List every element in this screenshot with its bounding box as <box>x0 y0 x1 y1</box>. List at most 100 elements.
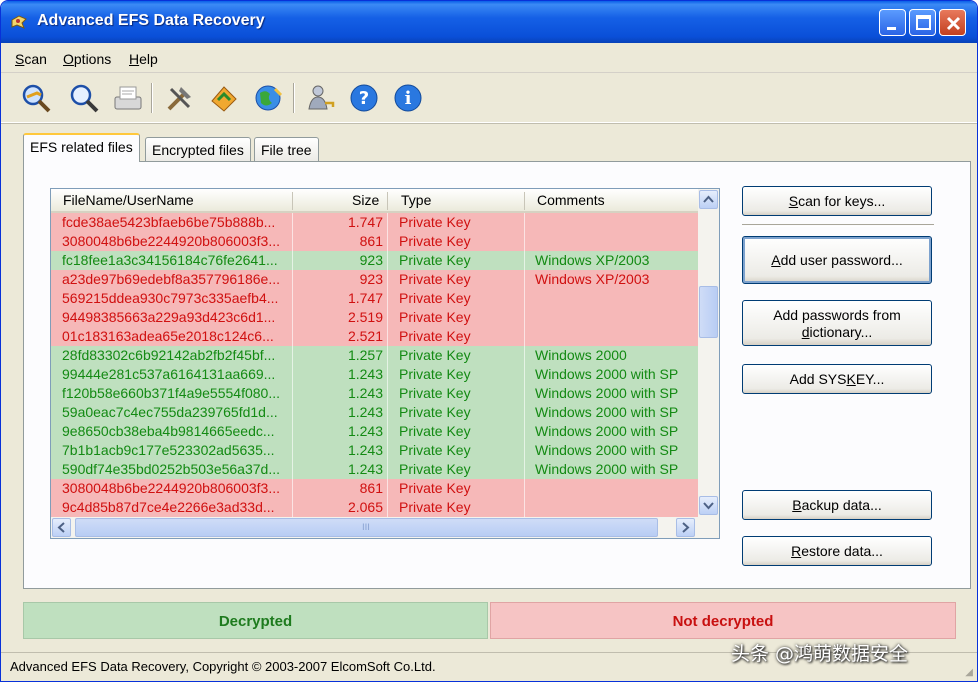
column-header-comments[interactable]: Comments <box>537 192 605 208</box>
comment-cell: Windows 2000 <box>535 347 627 363</box>
scroll-grip: III <box>362 523 370 533</box>
arrow-left-icon <box>57 522 65 533</box>
table-row[interactable]: 569215ddea930c7973c335aefb4... 1.747 Priva… <box>51 289 698 308</box>
restore-data-button[interactable]: Restore data... <box>742 536 932 566</box>
cell-divider <box>292 403 293 422</box>
table-row[interactable]: 9e8650cb38eba4b9814665eedc... 1.243 Privat… <box>51 422 698 441</box>
table-row[interactable]: 99444e281c537a6164131aa669... 1.243 Privat… <box>51 365 698 384</box>
scan-keys-icon[interactable] <box>19 81 53 115</box>
table-row[interactable]: 7b1b1acb9c177e523302ad5635... 1.243 Privat… <box>51 441 698 460</box>
column-header-type[interactable]: Type <box>401 192 431 208</box>
table-row[interactable]: 3080048b6be2244920b806003f3... 861 Private… <box>51 232 698 251</box>
scroll-up-button[interactable] <box>699 190 718 209</box>
file-name-cell: 590df74e35bd0252b503e56a37d... <box>62 461 280 477</box>
file-name-cell: 01c183163adea65e2018c124c6... <box>62 328 274 344</box>
table-row[interactable]: 94498385663a229a93d423c6d1... 2.519 Privat… <box>51 308 698 327</box>
list-header: FileName/UserName Size Type Comments <box>51 189 698 213</box>
cell-divider <box>292 346 293 365</box>
toolbar-separator <box>151 83 153 113</box>
maximize-button[interactable] <box>909 9 936 36</box>
svg-text:?: ? <box>359 88 369 109</box>
type-cell: Private Key <box>399 233 471 249</box>
type-cell: Private Key <box>399 423 471 439</box>
scroll-down-button[interactable] <box>699 496 718 515</box>
tab-encrypted-files[interactable]: Encrypted files <box>145 137 251 161</box>
button-separator <box>742 224 934 227</box>
arrow-right-icon <box>682 522 690 533</box>
size-cell: 1.243 <box>347 442 383 458</box>
help-icon[interactable]: ? <box>347 81 381 115</box>
size-cell: 2.519 <box>347 309 383 325</box>
tab-efs-related-files[interactable]: EFS related files <box>23 133 140 162</box>
table-row[interactable]: 01c183163adea65e2018c124c6... 2.521 Privat… <box>51 327 698 346</box>
cell-divider <box>387 460 388 479</box>
cell-divider <box>524 498 525 517</box>
table-row[interactable]: 3080048b6be2244920b806003f3... 861 Private… <box>51 479 698 498</box>
cell-divider <box>292 213 293 232</box>
type-cell: Private Key <box>399 271 471 287</box>
add-passwords-from-dictionary-button[interactable]: Add passwords from dictionary... <box>742 300 932 346</box>
title-bar[interactable]: Advanced EFS Data Recovery <box>1 1 977 43</box>
efs-files-list[interactable]: FileName/UserName Size Type Comments fcd… <box>50 188 720 539</box>
vertical-scroll-thumb[interactable] <box>699 286 718 338</box>
tab-file-tree[interactable]: File tree <box>254 137 319 161</box>
size-cell: 1.243 <box>347 423 383 439</box>
user-key-icon[interactable] <box>303 81 337 115</box>
comment-cell: Windows XP/2003 <box>535 252 650 268</box>
add-user-password-button[interactable]: Add user password... <box>742 236 932 284</box>
file-name-cell: 3080048b6be2244920b806003f3... <box>62 233 280 249</box>
vertical-scrollbar[interactable] <box>698 189 719 517</box>
tools-icon[interactable] <box>163 81 197 115</box>
column-header-filename[interactable]: FileName/UserName <box>63 192 194 208</box>
table-row[interactable]: f120b58e660b371f4a9e5554f080... 1.243 Priv… <box>51 384 698 403</box>
scroll-right-button[interactable] <box>676 518 695 537</box>
cell-divider <box>387 327 388 346</box>
table-row[interactable]: 59a0eac7c4ec755da239765fd1d... 1.243 Priva… <box>51 403 698 422</box>
cell-divider <box>524 232 525 251</box>
cell-divider <box>292 365 293 384</box>
cell-divider <box>524 479 525 498</box>
horizontal-scrollbar[interactable]: III <box>51 517 719 538</box>
size-cell: 923 <box>359 252 383 268</box>
backup-data-button[interactable]: Backup data... <box>742 490 932 520</box>
wizard-icon[interactable] <box>207 81 241 115</box>
add-syskey-button[interactable]: Add SYSKEY... <box>742 364 932 394</box>
menu-scan[interactable]: Scan <box>15 51 47 67</box>
table-row[interactable]: a23de97b69edebf8a357796186e... 923 Private… <box>51 270 698 289</box>
menu-options[interactable]: Options <box>63 51 111 67</box>
table-row[interactable]: 590df74e35bd0252b503e56a37d... 1.243 Priva… <box>51 460 698 479</box>
column-header-size[interactable]: Size <box>352 192 379 208</box>
file-name-cell: 59a0eac7c4ec755da239765fd1d... <box>62 404 278 420</box>
cell-divider <box>292 308 293 327</box>
size-cell: 1.243 <box>347 404 383 420</box>
scan-for-keys-button[interactable]: Scan for keys... <box>742 186 932 216</box>
scanner-icon[interactable] <box>111 81 145 115</box>
size-cell: 1.747 <box>347 214 383 230</box>
minimize-button[interactable] <box>879 9 906 36</box>
globe-icon[interactable] <box>251 81 285 115</box>
table-row[interactable]: 28fd83302c6b92142ab2fb2f45bf... 1.257 Priv… <box>51 346 698 365</box>
info-icon[interactable]: i <box>391 81 425 115</box>
cell-divider <box>524 308 525 327</box>
cell-divider <box>524 251 525 270</box>
cell-divider <box>292 384 293 403</box>
type-cell: Private Key <box>399 442 471 458</box>
cell-divider <box>292 270 293 289</box>
table-row[interactable]: fc18fee1a3c34156184c76fe2641... 923 Privat… <box>51 251 698 270</box>
cell-divider <box>524 289 525 308</box>
table-row[interactable]: 9c4d85b87d7ce4e2266e3ad33d... 2.065 Privat… <box>51 498 698 517</box>
cell-divider <box>524 327 525 346</box>
type-cell: Private Key <box>399 347 471 363</box>
close-icon <box>946 16 961 31</box>
cell-divider <box>292 251 293 270</box>
scroll-left-button[interactable] <box>52 518 71 537</box>
close-button[interactable] <box>939 9 966 36</box>
table-row[interactable]: fcde38ae5423bfaeb6be75b888b... 1.747 Priva… <box>51 213 698 232</box>
column-divider <box>292 192 293 210</box>
menu-help[interactable]: Help <box>129 51 158 67</box>
column-divider <box>387 192 388 210</box>
horizontal-scroll-thumb[interactable]: III <box>75 518 658 537</box>
resize-grip-icon[interactable]: ◢ <box>965 667 973 678</box>
search-icon[interactable] <box>67 81 101 115</box>
file-name-cell: a23de97b69edebf8a357796186e... <box>62 271 280 287</box>
